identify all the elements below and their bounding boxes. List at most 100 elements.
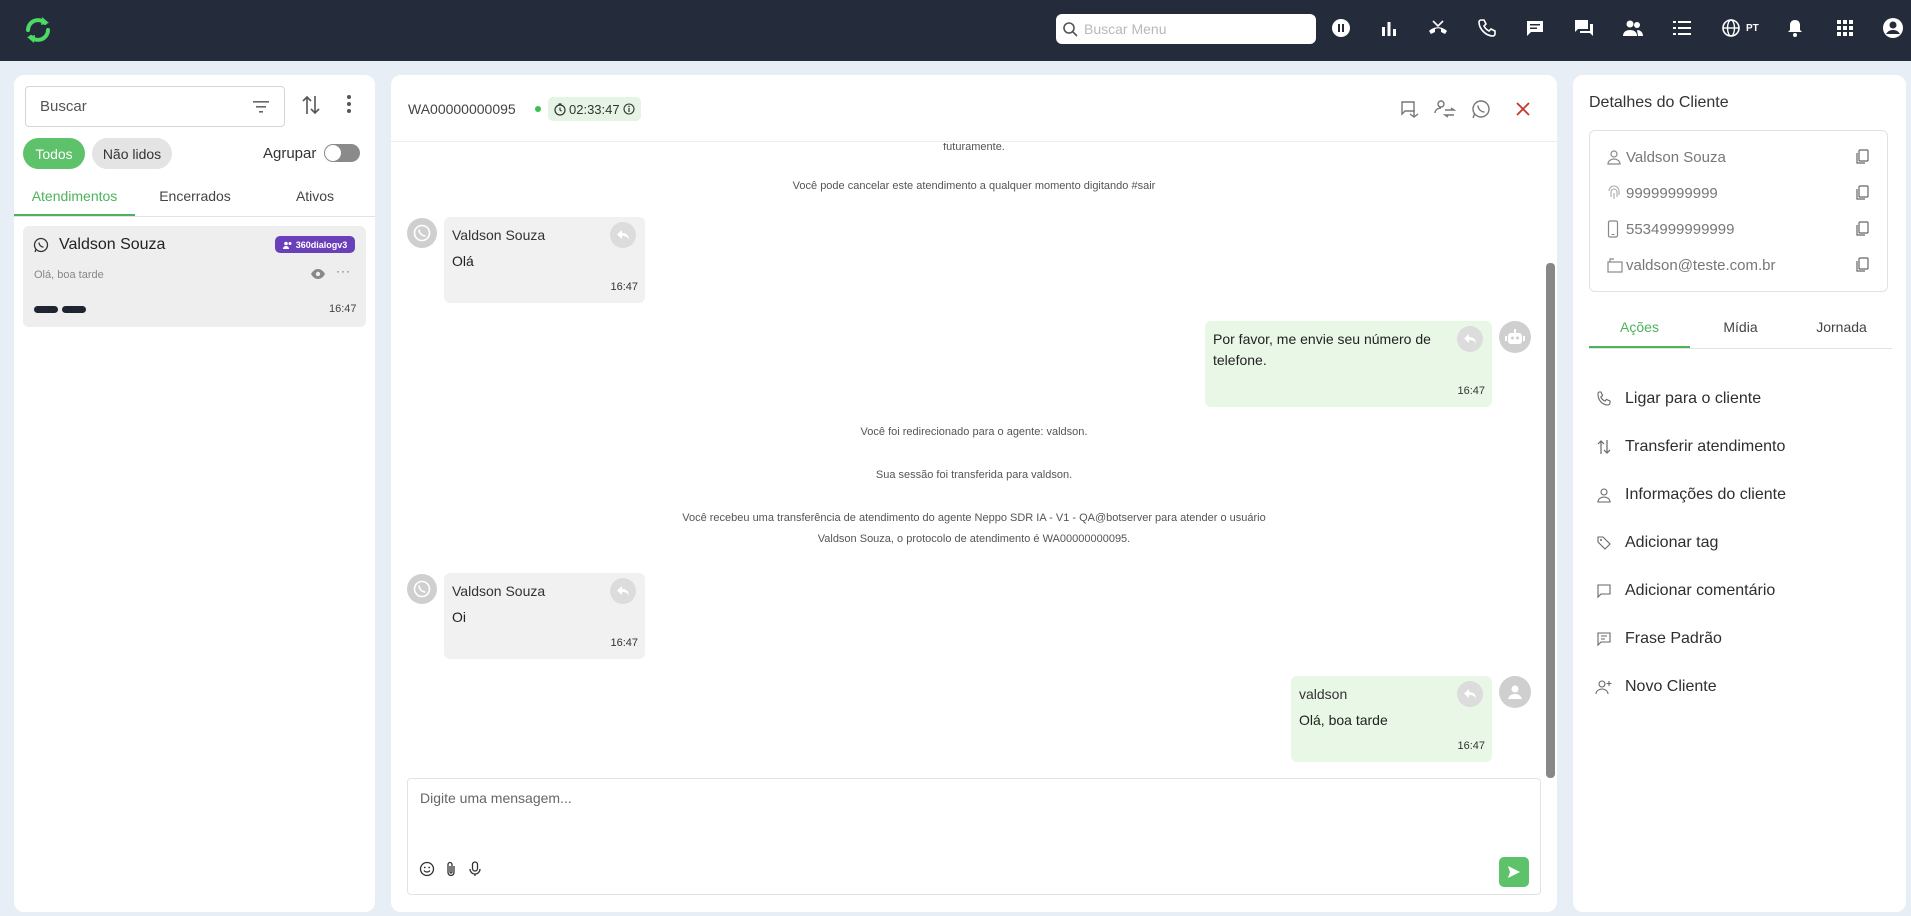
reply-icon[interactable] (610, 578, 636, 604)
reply-icon[interactable] (610, 222, 636, 248)
filter-icon[interactable] (252, 100, 270, 114)
action-label: Adicionar tag (1625, 534, 1719, 551)
client-details-title: Detalhes do Cliente (1589, 94, 1729, 111)
client-name: Valdson Souza (1626, 148, 1726, 166)
conversation-time: 16:47 (329, 303, 357, 315)
message-time: 16:47 (1457, 740, 1485, 752)
person-icon (1595, 487, 1613, 503)
client-document: 99999999999 (1626, 184, 1718, 202)
system-message: Você foi redirecionado para o agente: va… (860, 426, 1088, 438)
copy-icon[interactable] (1855, 149, 1869, 165)
channel-badge: 360dialogv3 (275, 236, 355, 253)
conversation-search-placeholder: Buscar (40, 98, 87, 115)
search-icon (1062, 21, 1078, 37)
contact-whatsapp-avatar (407, 574, 437, 604)
channel-badge-label: 360dialogv3 (295, 239, 348, 250)
message-text: Olá (452, 253, 474, 269)
tab-jornada[interactable]: Jornada (1791, 309, 1892, 348)
client-details-panel: Detalhes do Cliente Valdson Souza 999999… (1573, 75, 1906, 912)
call-end-icon[interactable] (1426, 16, 1450, 40)
action-standard-phrase[interactable]: Frase Padrão (1595, 626, 1722, 652)
copy-icon[interactable] (1855, 257, 1869, 273)
message-time: 16:47 (610, 281, 638, 293)
chat-messages-area[interactable]: futuramente. Você pode cancelar este ate… (391, 143, 1557, 780)
sort-icon[interactable] (302, 94, 320, 116)
bot-avatar-icon (1499, 321, 1531, 353)
filter-unread-button[interactable]: Não lidos (92, 138, 172, 169)
menu-search-input[interactable] (1084, 21, 1304, 37)
client-details-tabs: Ações Mídia Jornada (1589, 309, 1892, 349)
language-label[interactable]: PT (1746, 23, 1759, 34)
conversation-preview: Olá, boa tarde (34, 269, 104, 281)
message-time: 16:47 (1457, 385, 1485, 397)
message-bubble-incoming: Valdson Souza Olá 16:47 (444, 217, 645, 303)
system-message: futuramente. (943, 143, 1005, 153)
action-new-client[interactable]: Novo Cliente (1595, 674, 1717, 700)
reply-icon[interactable] (1457, 681, 1483, 707)
send-button[interactable] (1499, 857, 1529, 887)
conversation-list-panel: Buscar Todos Não lidos Agrupar Atendimen… (14, 75, 375, 912)
message-text: Por favor, me envie seu número de telefon… (1213, 329, 1443, 371)
bar-chart-icon[interactable] (1377, 16, 1401, 40)
phone-icon[interactable] (1475, 16, 1499, 40)
emoji-icon[interactable] (419, 861, 435, 877)
action-transfer[interactable]: Transferir atendimento (1595, 434, 1785, 460)
quick-reply-icon[interactable] (1398, 97, 1422, 121)
action-client-info[interactable]: Informações do cliente (1595, 482, 1786, 508)
list-icon[interactable] (1670, 16, 1694, 40)
transfer-agent-icon[interactable] (1433, 97, 1457, 121)
group-icon[interactable] (1621, 16, 1645, 40)
action-label: Novo Cliente (1625, 678, 1717, 695)
apps-icon[interactable] (1833, 16, 1857, 40)
forum-icon[interactable] (1572, 16, 1596, 40)
client-phone-row: 5534999999999 (1590, 215, 1889, 243)
client-email: valdson@teste.com.br (1626, 256, 1776, 274)
action-call-client[interactable]: Ligar para o cliente (1595, 386, 1761, 412)
fingerprint-icon (1607, 185, 1621, 201)
user-avatar-icon[interactable] (1881, 16, 1905, 40)
more-options-icon[interactable] (346, 94, 352, 114)
swap-vertical-icon (1595, 438, 1613, 456)
bell-icon[interactable] (1783, 16, 1807, 40)
action-add-tag[interactable]: Adicionar tag (1595, 530, 1718, 556)
attachment-icon[interactable] (444, 861, 458, 877)
mobile-phone-icon (1607, 220, 1619, 238)
whatsapp-icon (33, 237, 49, 253)
action-add-comment[interactable]: Adicionar comentário (1595, 578, 1775, 604)
tab-ativos[interactable]: Ativos (255, 179, 375, 216)
close-chat-icon[interactable] (1511, 97, 1535, 121)
conversation-item[interactable]: Valdson Souza 360dialogv3 Olá, boa tarde… (23, 226, 366, 327)
group-toggle[interactable] (324, 144, 360, 162)
reply-icon[interactable] (1457, 326, 1483, 352)
message-text-line: telefone. (1213, 352, 1267, 368)
eye-icon[interactable] (310, 268, 326, 280)
tab-midia[interactable]: Mídia (1690, 309, 1791, 348)
app-logo[interactable] (20, 12, 56, 48)
tab-encerrados[interactable]: Encerrados (135, 179, 255, 216)
pause-icon[interactable] (1329, 16, 1353, 40)
filter-all-button[interactable]: Todos (23, 138, 85, 169)
copy-icon[interactable] (1855, 221, 1869, 237)
message-text: Olá, boa tarde (1299, 712, 1388, 728)
copy-icon[interactable] (1855, 185, 1869, 201)
agent-avatar-icon (1499, 676, 1531, 708)
menu-search[interactable] (1056, 14, 1316, 44)
session-timer-value: 02:33:47 (569, 101, 620, 117)
conversation-search-input[interactable]: Buscar (25, 86, 285, 127)
chat-icon[interactable] (1523, 16, 1547, 40)
contact-whatsapp-avatar (407, 218, 437, 248)
tab-acoes[interactable]: Ações (1589, 309, 1690, 348)
chat-panel: WA00000000095 02:33:47 futuramente. Você… (391, 75, 1557, 912)
tab-atendimentos[interactable]: Atendimentos (14, 179, 135, 216)
message-input-placeholder: Digite uma mensagem... (420, 790, 572, 806)
comment-icon (1595, 583, 1613, 599)
microphone-icon[interactable] (468, 861, 482, 877)
whatsapp-icon[interactable] (1469, 97, 1493, 121)
conversation-more-icon[interactable]: ··· (336, 264, 351, 278)
client-name-row: Valdson Souza (1590, 143, 1889, 171)
send-icon (1508, 866, 1520, 878)
chat-scrollbar[interactable] (1546, 263, 1555, 778)
globe-icon[interactable] (1719, 16, 1743, 40)
message-composer[interactable]: Digite uma mensagem... (407, 778, 1541, 895)
online-status-dot (535, 106, 541, 112)
